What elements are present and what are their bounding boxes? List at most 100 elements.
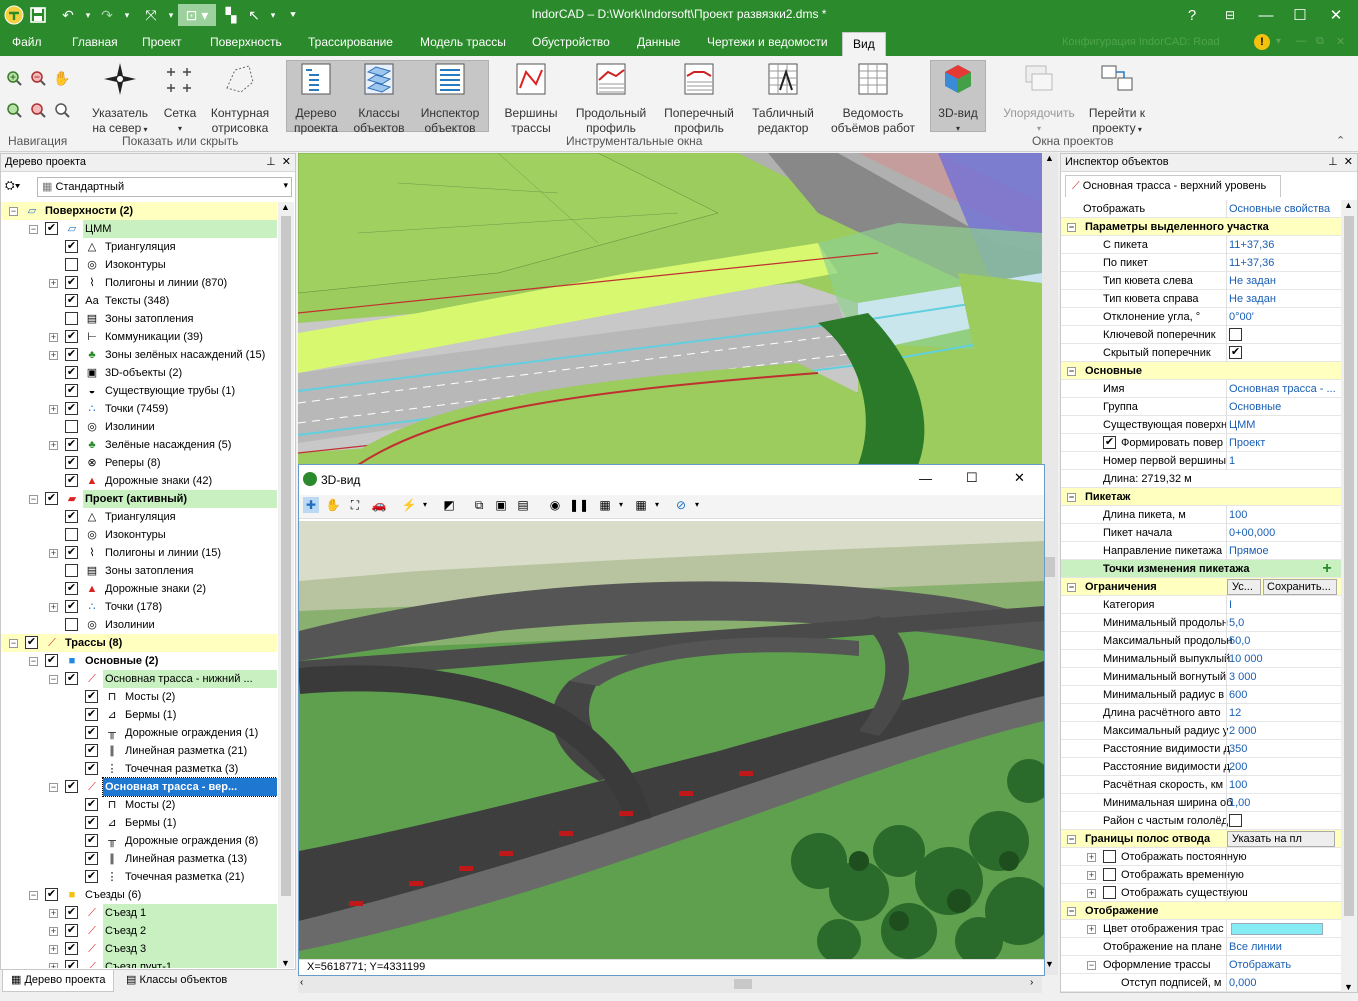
tree-row[interactable]: ✔ ▣ 3D-объекты (2) [1,364,277,382]
property-category[interactable]: − Ограничения Ус... Сохранить... [1061,578,1341,596]
visibility-checkbox[interactable]: ✔ [65,924,78,937]
tree-row[interactable]: ✔ △ Триангуляция [1,238,277,256]
color-swatch[interactable] [1231,923,1323,935]
property-row[interactable]: Категория I [1061,596,1341,614]
visibility-checkbox[interactable]: ✔ [85,834,98,847]
property-row[interactable]: + Отображать временную [1061,866,1341,884]
expand-icon[interactable]: + [49,603,58,612]
inspector-pin-icon[interactable]: ⊥ [1328,156,1338,168]
tree-row[interactable]: + ✔ ⟋ Съезд пучт-1 [1,958,277,968]
property-row[interactable]: Скрытый поперечник ✔ [1061,344,1341,362]
property-row[interactable]: Направление пикетажа Прямое [1061,542,1341,560]
visibility-checkbox[interactable]: ✔ [65,942,78,955]
compass-dropdown-icon[interactable]: ▾ [689,497,705,513]
property-row[interactable]: + Цвет отображения трас [1061,920,1341,938]
view3d-canvas[interactable] [299,521,1044,959]
flash-dropdown-icon[interactable]: ▾ [417,497,433,513]
plan-scroll-right-icon[interactable]: › [1030,977,1033,988]
property-row[interactable]: Минимальная ширина об 1,00 [1061,794,1341,812]
walk-icon[interactable]: ⛶ [347,497,363,513]
set-button[interactable]: Ус... [1227,579,1261,595]
inspector-scroll-thumb[interactable] [1344,216,1354,916]
tree-row[interactable]: ✔ ∥ Линейная разметка (21) [1,742,277,760]
plan-vscroll-thumb[interactable] [1045,557,1055,577]
tree-row[interactable]: + ✔ ⊢ Коммуникации (39) [1,328,277,346]
visibility-checkbox[interactable]: ✔ [25,636,38,649]
property-checkbox[interactable]: ✔ [1229,346,1242,359]
property-row[interactable]: Максимальный радиус у2 000 [1061,722,1341,740]
visibility-checkbox[interactable]: ✔ [65,348,78,361]
tree-row[interactable]: ✔ ╥ Дорожные ограждения (8) [1,832,277,850]
tab-file[interactable]: Файл [12,35,42,49]
property-value[interactable]: 11+37,36 [1229,254,1274,272]
property-row[interactable]: Длина: 2719,32 м [1061,470,1341,488]
plan-view-canvas[interactable] [298,153,1042,465]
tree-row[interactable]: + ✔ ⟋ Съезд 1 [1,904,277,922]
property-value[interactable]: 0,000 [1229,974,1257,992]
tab-view[interactable]: Вид [842,32,886,56]
save-view-icon[interactable]: ▣ [493,497,509,513]
property-row[interactable]: Расстояние видимости д 200 [1061,758,1341,776]
property-value[interactable]: 1 [1229,452,1235,470]
zoom-next-icon[interactable] [28,100,48,120]
property-value[interactable]: Не задан [1229,272,1276,290]
expand-icon[interactable]: + [49,441,58,450]
visibility-checkbox[interactable] [65,564,78,577]
object-inspector-button[interactable]: Инспектор объектов [416,62,484,136]
tab-drawings[interactable]: Чертежи и ведомости [707,35,828,49]
visibility-checkbox[interactable]: ✔ [65,294,78,307]
arrange-button[interactable]: Упорядочить ▾ [1000,62,1078,136]
expand-icon[interactable]: + [49,963,58,968]
filter-icon[interactable]: ⛭▾ [5,178,33,196]
property-value[interactable]: 600 [1229,686,1247,704]
zoom-out-icon[interactable] [28,68,48,88]
tree-row[interactable]: ✔ ⋮ Точечная разметка (21) [1,868,277,886]
grid-button[interactable]: Сетка ▾ [158,62,202,136]
export-view-icon[interactable]: ▤ [515,497,531,513]
route-vertices-button[interactable]: Вершины трассы [500,62,562,136]
collapse-icon[interactable]: − [1067,493,1076,502]
tab-project-tree[interactable]: ▦ Дерево проекта [2,970,115,992]
table-editor-button[interactable]: Табличный редактор [748,62,818,136]
property-value[interactable]: 12 [1229,704,1241,722]
property-checkbox[interactable] [1229,328,1242,341]
visibility-checkbox[interactable]: ✔ [65,510,78,523]
property-row[interactable]: Отображать Основные свойства [1061,200,1341,218]
minimize-button[interactable]: — [1248,0,1284,30]
property-value[interactable]: 100 [1229,776,1247,794]
maximize-button[interactable]: ☐ [1282,0,1318,30]
tree-row[interactable]: ◎ Изолинии [1,418,277,436]
visibility-checkbox[interactable]: ✔ [65,402,78,415]
property-category[interactable]: − Отображение [1061,902,1341,920]
expand-icon[interactable]: + [49,333,58,342]
warning-icon[interactable]: ! [1254,34,1270,50]
view3d-close-button[interactable]: ✕ [1014,470,1025,486]
expand-icon[interactable]: + [49,927,58,936]
tree-row[interactable]: ✔ △ Триангуляция [1,508,277,526]
doc-restore-icon[interactable]: ⧉ [1316,35,1324,48]
move-icon[interactable]: ✚ [303,497,319,513]
compass-3d-icon[interactable]: ⊘ [673,497,689,513]
tree-scroll-thumb[interactable] [281,216,291,896]
property-row[interactable]: Номер первой вершины 1 [1061,452,1341,470]
property-category[interactable]: − Основные [1061,362,1341,380]
property-value[interactable]: Не задан [1229,290,1276,308]
tab-data[interactable]: Данные [637,35,680,49]
copy-view-icon[interactable]: ⧉ [471,497,487,513]
visibility-checkbox[interactable]: ✔ [65,438,78,451]
expand-icon[interactable]: + [49,945,58,954]
tree-row[interactable]: − ✔ ⟋ Основная трасса - нижний ... [1,670,277,688]
expand-icon[interactable]: + [1087,871,1096,880]
visibility-checkbox[interactable]: ✔ [45,222,58,235]
property-row[interactable]: Район с частым гололёд [1061,812,1341,830]
tree-row[interactable]: + ✔ ⟋ Съезд 3 [1,940,277,958]
visibility-checkbox[interactable]: ✔ [85,708,98,721]
tree-row[interactable]: ◎ Изоконтуры [1,256,277,274]
tree-row[interactable]: ◎ Изоконтуры [1,526,277,544]
save-button[interactable]: Сохранить... [1263,579,1337,595]
scroll-up-icon[interactable]: ▲ [281,202,290,212]
tree-row[interactable]: ✔ ⊗ Реперы (8) [1,454,277,472]
visibility-checkbox[interactable]: ✔ [85,744,98,757]
property-value[interactable]: 3 000 [1229,668,1257,686]
property-value[interactable]: 11+37,36 [1229,236,1274,254]
